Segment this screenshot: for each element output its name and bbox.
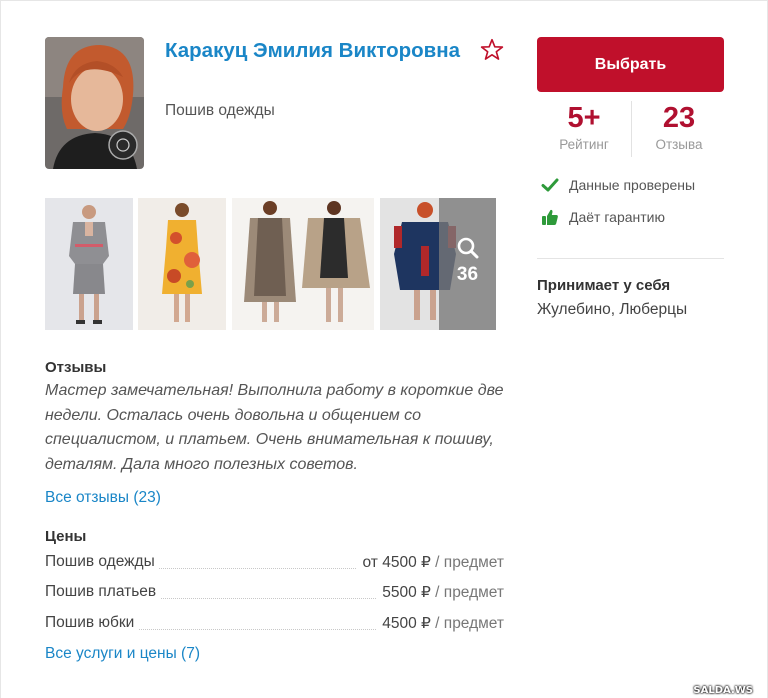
- reviews-count-label: Отзыва: [655, 137, 703, 152]
- badge-guarantee: Даёт гарантию: [541, 208, 665, 226]
- price-row-value: 5500 ₽: [382, 584, 431, 601]
- location-areas: Жулебино, Люберцы: [537, 301, 688, 318]
- specialist-name-link[interactable]: Каракуц Эмилия Викторовна: [165, 39, 460, 62]
- gallery-more-button[interactable]: 36: [439, 198, 496, 330]
- gallery-more-count: 36: [456, 264, 479, 285]
- magnifier-icon: [457, 237, 479, 259]
- badge-guarantee-label: Даёт гарантию: [569, 209, 665, 225]
- prices-section-title: Цены: [45, 528, 87, 545]
- price-row-value-wrap: 5500 ₽ / предмет: [376, 583, 504, 602]
- price-row-name: Пошив юбки: [45, 614, 139, 632]
- right-divider: [537, 258, 724, 259]
- reviews-stat[interactable]: 23 Отзыва: [632, 101, 726, 155]
- badge-verified: Данные проверены: [541, 177, 695, 193]
- specialist-service: Пошив одежды: [165, 102, 275, 119]
- all-services-link[interactable]: Все услуги и цены (7): [45, 645, 200, 663]
- gallery-photo-3[interactable]: [232, 198, 374, 330]
- specialist-name[interactable]: Каракуц Эмилия Викторовна: [165, 37, 465, 65]
- thumbs-up-icon: [542, 209, 558, 225]
- gallery-photo-2[interactable]: [138, 198, 226, 330]
- rating-label: Рейтинг: [559, 137, 609, 152]
- price-row: Пошив платьев 5500 ₽ / предмет: [45, 583, 504, 605]
- favorite-star-icon[interactable]: [479, 37, 505, 63]
- price-row-unit: / предмет: [430, 554, 504, 571]
- rating-stat: 5+ Рейтинг: [537, 101, 631, 155]
- all-reviews-link[interactable]: Все отзывы (23): [45, 489, 161, 507]
- checkmark-icon: [541, 178, 559, 192]
- reviews-count-value: 23: [662, 102, 696, 134]
- price-row: Пошив одежды от 4500 ₽ / предмет: [45, 553, 504, 575]
- review-text: Мастер замечательная! Выполнила работу в…: [45, 382, 504, 473]
- choose-button[interactable]: Выбрать: [537, 37, 724, 92]
- location-title: Принимает у себя: [537, 277, 671, 294]
- price-row-value-wrap: 4500 ₽ / предмет: [376, 614, 504, 633]
- price-row-unit: / предмет: [430, 615, 504, 632]
- gallery-photo-1[interactable]: [45, 198, 133, 330]
- watermark: SALDA.WS: [693, 685, 753, 696]
- badge-verified-label: Данные проверены: [569, 177, 696, 193]
- price-row-value: 4500 ₽: [382, 615, 431, 632]
- price-row: Пошив юбки 4500 ₽ / предмет: [45, 614, 504, 636]
- price-row-value-wrap: от 4500 ₽ / предмет: [356, 553, 504, 572]
- price-row-unit: / предмет: [430, 584, 504, 601]
- price-row-name: Пошив одежды: [45, 553, 159, 571]
- avatar[interactable]: [45, 37, 144, 169]
- price-row-value: от 4500 ₽: [362, 554, 431, 571]
- specialist-card: Каракуц Эмилия Викторовна Пошив одежды В…: [0, 0, 768, 698]
- reviews-section-title: Отзывы: [45, 359, 107, 376]
- rating-value: 5+: [567, 102, 601, 134]
- price-row-name: Пошив платьев: [45, 583, 161, 601]
